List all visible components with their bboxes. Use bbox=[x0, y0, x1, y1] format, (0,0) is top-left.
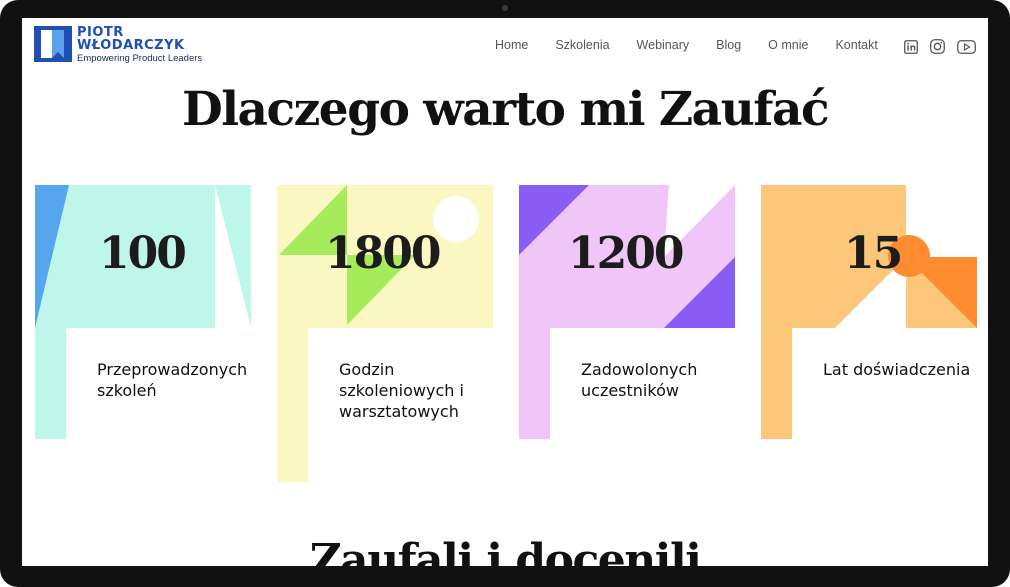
main-nav: Home Szkolenia Webinary Blog O mnie Kont… bbox=[495, 38, 905, 52]
section-title: Dlaczego warto mi Zaufać bbox=[181, 82, 830, 137]
stat-value: 1200 bbox=[568, 228, 684, 279]
instagram-icon[interactable] bbox=[930, 39, 945, 59]
nav-o-mnie[interactable]: O mnie bbox=[768, 38, 808, 52]
stat-card-years: 15 Lat doświadczenia bbox=[761, 185, 977, 482]
logo-mark-icon bbox=[34, 26, 72, 62]
stat-label: Lat doświadczenia bbox=[823, 360, 971, 379]
stat-card-trainings: 100 Przeprowadzonych szkoleń bbox=[35, 185, 251, 482]
nav-webinary[interactable]: Webinary bbox=[637, 38, 690, 52]
stat-label: Przeprowadzonych szkoleń bbox=[97, 360, 248, 400]
stat-card-hours: 1800 Godzin szkoleniowych i warsztatowyc… bbox=[277, 185, 493, 482]
stat-value: 15 bbox=[844, 228, 903, 279]
brand-tagline: Empowering Product Leaders bbox=[77, 53, 203, 64]
screen: PIOTR WŁODARCZYK Empowering Product Lead… bbox=[22, 18, 988, 566]
nav-blog[interactable]: Blog bbox=[716, 38, 741, 52]
next-section-title: Zaufali i docenili bbox=[309, 535, 702, 566]
stat-label: Godzin szkoleniowych i warsztatowych bbox=[339, 360, 464, 421]
stat-value: 100 bbox=[99, 228, 187, 279]
linkedin-icon[interactable] bbox=[904, 39, 918, 59]
stat-label: Zadowolonych uczestników bbox=[581, 360, 698, 400]
stat-card-participants: 1200 Zadowolonych uczestników bbox=[519, 185, 735, 482]
brand-logo[interactable]: PIOTR WŁODARCZYK Empowering Product Lead… bbox=[34, 26, 202, 64]
camera-dot bbox=[502, 5, 508, 11]
bezel-edge bbox=[0, 460, 4, 550]
youtube-icon[interactable] bbox=[957, 39, 976, 59]
nav-kontakt[interactable]: Kontakt bbox=[835, 38, 877, 52]
social-links bbox=[904, 39, 976, 59]
nav-home[interactable]: Home bbox=[495, 38, 528, 52]
brand-name-line2: WŁODARCZYK bbox=[77, 38, 185, 53]
nav-szkolenia[interactable]: Szkolenia bbox=[555, 38, 609, 52]
stat-value: 1800 bbox=[325, 228, 441, 279]
